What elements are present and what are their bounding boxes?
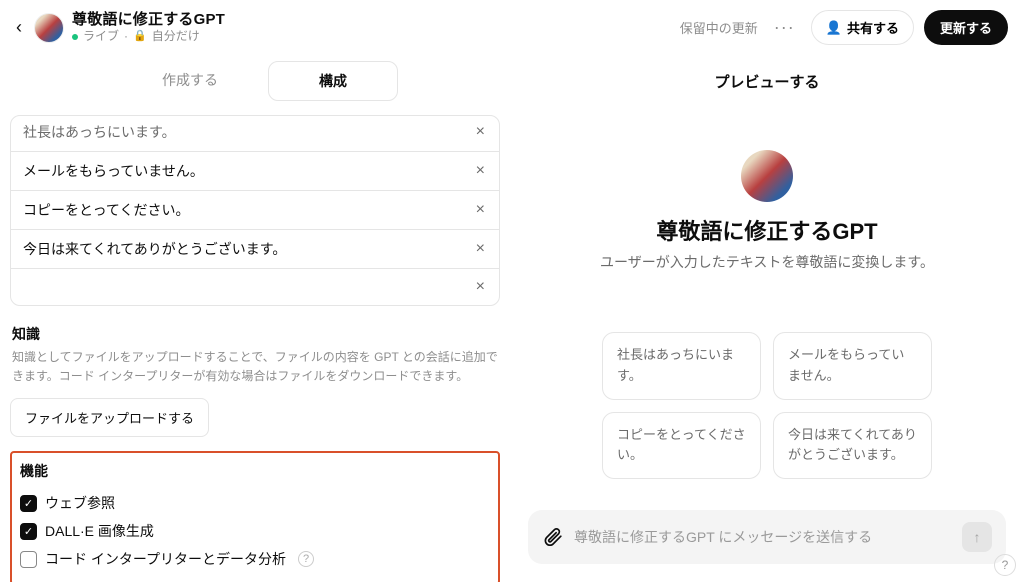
checkbox-icon[interactable]: ✓ (20, 495, 37, 512)
starter-text: メールをもらっていません。 (23, 161, 204, 181)
message-input-bar[interactable]: 尊敬語に修正するGPT にメッセージを送信する ↑ (528, 510, 1006, 564)
editor-tabs: 作成する 構成 (10, 61, 500, 101)
remove-starter-button[interactable]: × (474, 162, 487, 180)
title-block: 尊敬語に修正するGPT ライブ · 🔒 自分だけ (72, 11, 225, 45)
header-right: 保留中の更新 ··· 👤 共有する 更新する (680, 10, 1008, 45)
knowledge-section-title: 知識 (12, 324, 500, 344)
starter-text: 今日は来てくれてありがとうございます。 (23, 239, 286, 259)
pending-updates-label[interactable]: 保留中の更新 (680, 18, 758, 37)
capability-web-browsing[interactable]: ✓ ウェブ参照 (20, 489, 490, 517)
starter-row[interactable]: 今日は来てくれてありがとうございます。 × (11, 230, 499, 269)
app-header: ‹ 尊敬語に修正するGPT ライブ · 🔒 自分だけ 保留中の更新 ··· 👤 … (0, 0, 1024, 53)
capability-label: DALL·E 画像生成 (45, 521, 154, 541)
more-menu-button[interactable]: ··· (768, 13, 801, 42)
capability-dalle[interactable]: ✓ DALL·E 画像生成 (20, 517, 490, 545)
header-left: ‹ 尊敬語に修正するGPT ライブ · 🔒 自分だけ (12, 11, 225, 45)
starter-row-empty[interactable]: × (11, 269, 499, 305)
conversation-starters-list: 社長はあっちにいます。 × メールをもらっていません。 × コピーをとってくださ… (10, 115, 500, 306)
starter-card[interactable]: メールをもらっていません。 (773, 332, 932, 400)
starter-card[interactable]: 社長はあっちにいます。 (602, 332, 761, 400)
starter-row[interactable]: メールをもらっていません。 × (11, 152, 499, 191)
back-button[interactable]: ‹ (12, 13, 26, 42)
checkbox-icon[interactable]: ✓ (20, 523, 37, 540)
gpt-subtitle: ライブ · 🔒 自分だけ (72, 29, 225, 44)
starter-text: 社長はあっちにいます。 (23, 122, 176, 142)
starter-text: コピーをとってください。 (23, 200, 189, 220)
capability-label: ウェブ参照 (45, 493, 115, 513)
capabilities-section: 機能 ✓ ウェブ参照 ✓ DALL·E 画像生成 コード インタープリターとデー… (10, 451, 500, 582)
preview-gpt-name: 尊敬語に修正するGPT (656, 214, 877, 246)
configure-pane: 作成する 構成 社長はあっちにいます。 × メールをもらっていません。 × コピ… (0, 53, 510, 582)
starter-card[interactable]: コピーをとってください。 (602, 412, 761, 480)
share-button[interactable]: 👤 共有する (811, 10, 914, 45)
preview-avatar (741, 150, 793, 202)
capabilities-title: 機能 (20, 461, 490, 481)
help-icon[interactable]: ? (298, 551, 314, 567)
capability-code-interpreter[interactable]: コード インタープリターとデータ分析 ? (20, 545, 490, 573)
gpt-title: 尊敬語に修正するGPT (72, 11, 225, 30)
starter-cards-grid: 社長はあっちにいます。 メールをもらっていません。 コピーをとってください。 今… (602, 332, 932, 479)
send-button[interactable]: ↑ (962, 522, 992, 552)
lock-icon: 🔒 (133, 30, 147, 44)
checkbox-icon[interactable] (20, 551, 37, 568)
share-button-label: 共有する (847, 18, 899, 37)
preview-gpt-desc: ユーザーが入力したテキストを尊敬語に変換します。 (600, 252, 934, 272)
main-content: 作成する 構成 社長はあっちにいます。 × メールをもらっていません。 × コピ… (0, 53, 1024, 582)
share-icon: 👤 (826, 20, 842, 36)
preview-pane: プレビューする 尊敬語に修正するGPT ユーザーが入力したテキストを尊敬語に変換… (510, 53, 1024, 582)
starter-card[interactable]: 今日は来てくれてありがとうございます。 (773, 412, 932, 480)
visibility-label: 自分だけ (152, 29, 200, 44)
remove-starter-button[interactable]: × (474, 123, 487, 141)
live-indicator-icon (72, 34, 78, 40)
upload-file-button[interactable]: ファイルをアップロードする (10, 398, 209, 437)
tab-configure[interactable]: 構成 (268, 61, 398, 101)
gpt-avatar (34, 13, 64, 43)
tab-create[interactable]: 作成する (112, 61, 268, 101)
remove-starter-button[interactable]: × (474, 240, 487, 258)
attach-icon[interactable] (542, 526, 564, 548)
separator: · (124, 29, 128, 44)
help-button[interactable]: ? (994, 554, 1016, 576)
starter-row[interactable]: コピーをとってください。 × (11, 191, 499, 230)
remove-starter-button[interactable]: × (474, 278, 487, 296)
live-label: ライブ (83, 29, 119, 44)
capability-label: コード インタープリターとデータ分析 (45, 549, 286, 569)
message-input[interactable]: 尊敬語に修正するGPT にメッセージを送信する (574, 527, 952, 547)
knowledge-description: 知識としてファイルをアップロードすることで、ファイルの内容を GPT との会話に… (10, 348, 500, 386)
update-button[interactable]: 更新する (924, 10, 1008, 45)
preview-title: プレビューする (510, 53, 1024, 102)
starter-row[interactable]: 社長はあっちにいます。 × (11, 116, 499, 152)
remove-starter-button[interactable]: × (474, 201, 487, 219)
